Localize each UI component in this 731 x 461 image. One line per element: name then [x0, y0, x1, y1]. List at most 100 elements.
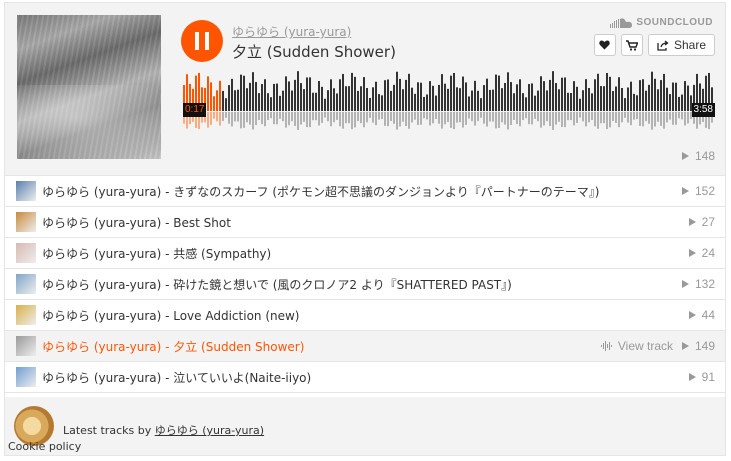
- waveform-reflection: [606, 112, 608, 130]
- waveform-bar: [237, 89, 239, 111]
- track-play-count: 152: [681, 184, 715, 198]
- waveform-reflection: [489, 112, 491, 122]
- waveform-reflection: [456, 112, 458, 123]
- duration: 3:58: [691, 103, 715, 117]
- waveform-reflection: [597, 112, 599, 129]
- list-item[interactable]: ゆらゆら (yura-yura) - きずなのスカーフ (ポケモン超不思議のダン…: [5, 176, 725, 207]
- share-button[interactable]: Share: [647, 34, 715, 56]
- waveform-reflection: [501, 112, 503, 123]
- waveform-bar: [546, 90, 548, 111]
- cookie-policy-link[interactable]: Cookie policy: [8, 440, 81, 453]
- play-count-icon: [688, 218, 696, 226]
- waveform-reflection: [642, 112, 644, 127]
- waveform-reflection: [603, 112, 605, 124]
- waveform-bar: [504, 83, 506, 111]
- waveform-reflection: [237, 112, 239, 122]
- list-item[interactable]: ゆらゆら (yura-yura) - 夕立 (Sudden Shower) Vie…: [5, 331, 725, 362]
- waveform-bar: [423, 96, 425, 111]
- waveform-bar: [474, 80, 476, 111]
- waveform-reflection: [612, 112, 614, 122]
- track-thumbnail: [16, 305, 36, 325]
- waveform-reflection: [570, 112, 572, 121]
- soundcloud-logo[interactable]: SOUNDCLOUD: [610, 17, 713, 28]
- waveform-reflection: [663, 112, 665, 129]
- waveform-reflection: [264, 112, 266, 127]
- play-count-icon: [681, 342, 689, 350]
- list-item[interactable]: ゆらゆら (yura-yura) - 共感 (Sympathy) 24: [5, 238, 725, 269]
- artist-footer-link[interactable]: ゆらゆら (yura-yura): [155, 424, 264, 437]
- waveform-reflection: [258, 112, 260, 121]
- list-item[interactable]: ゆらゆら (yura-yura) - Best Shot 27: [5, 207, 725, 238]
- waveform-bar: [573, 81, 575, 111]
- waveform-bar: [510, 82, 512, 111]
- waveform-bar: [411, 87, 413, 111]
- waveform-reflection: [600, 112, 602, 124]
- brand-label: SOUNDCLOUD: [636, 17, 713, 28]
- buy-button[interactable]: [620, 34, 643, 56]
- waveform-reflection: [207, 112, 209, 128]
- waveform-bar: [255, 82, 257, 111]
- waveform-bar: [444, 83, 446, 111]
- waveform-reflection: [345, 112, 347, 124]
- pause-button[interactable]: [181, 20, 223, 62]
- waveform-bar: [660, 80, 662, 111]
- waveform-reflection: [435, 112, 437, 119]
- waveform-bar: [273, 83, 275, 111]
- like-button[interactable]: [593, 34, 616, 56]
- play-count-icon: [688, 373, 696, 381]
- waveform-bar: [306, 77, 308, 111]
- waveform-bar: [231, 78, 233, 111]
- list-item[interactable]: ゆらゆら (yura-yura) - 泣いていいよ(Naite-iiyo) 91: [5, 362, 725, 393]
- current-time: 0:17: [183, 103, 207, 117]
- waveform-bar: [339, 79, 341, 111]
- waveform[interactable]: [183, 67, 716, 133]
- track-play-count: 24: [688, 246, 715, 260]
- waveform-reflection: [432, 112, 434, 124]
- waveform-reflection: [567, 112, 569, 121]
- waveform-bar: [435, 95, 437, 111]
- waveform-bar: [294, 79, 296, 111]
- list-item[interactable]: ゆらゆら (yura-yura) - 砕けた鏡と想いで (風のクロノア2 より『…: [5, 269, 725, 300]
- waveform-bar: [432, 85, 434, 111]
- waveform-reflection: [327, 112, 329, 122]
- play-count-icon: [688, 311, 696, 319]
- waveform-reflection: [522, 112, 524, 121]
- waveform-reflection: [546, 112, 548, 122]
- waveform-bar: [246, 88, 248, 111]
- waveform-reflection: [438, 112, 440, 124]
- view-track-link[interactable]: View track: [600, 339, 673, 353]
- play-count-icon: [681, 280, 689, 288]
- waveform-bar: [603, 86, 605, 111]
- waveform-bar: [219, 80, 221, 111]
- waveform-bar: [372, 87, 374, 111]
- track-artwork[interactable]: [17, 15, 161, 159]
- artist-link[interactable]: ゆらゆら (yura-yura): [232, 23, 351, 40]
- waveform-bar: [396, 71, 398, 111]
- waveform-reflection: [531, 112, 533, 125]
- waveform-bar: [468, 96, 470, 111]
- play-count-icon: [688, 249, 696, 257]
- waveform-bar: [561, 77, 563, 111]
- waveform-bar: [648, 84, 650, 111]
- track-list[interactable]: ゆらゆら (yura-yura) - きずなのスカーフ (ポケモン超不思議のダン…: [5, 175, 725, 397]
- waveform-reflection: [666, 112, 668, 123]
- waveform-reflection: [354, 112, 356, 128]
- track-name: ゆらゆら (yura-yura) - きずなのスカーフ (ポケモン超不思議のダン…: [42, 184, 600, 199]
- waveform-bar: [267, 93, 269, 111]
- waveform-reflection: [576, 112, 578, 123]
- track-title[interactable]: 夕立 (Sudden Shower): [232, 41, 396, 62]
- list-item[interactable]: ゆらゆら (yura-yura) - Love Addiction (new) 4…: [5, 300, 725, 331]
- waveform-bar: [378, 94, 380, 111]
- waveform-reflection: [495, 112, 497, 129]
- waveform-reflection: [411, 112, 413, 123]
- waveform-bar: [588, 88, 590, 111]
- waveform-reflection: [591, 112, 593, 120]
- waveform-bar: [657, 89, 659, 111]
- waveform-reflection: [357, 112, 359, 122]
- waveform-bar: [687, 85, 689, 111]
- waveform-bar: [390, 90, 392, 111]
- waveform-bar: [282, 90, 284, 111]
- waveform-bar: [357, 90, 359, 111]
- track-play-count: 27: [688, 215, 715, 229]
- waveform-reflection: [657, 112, 659, 122]
